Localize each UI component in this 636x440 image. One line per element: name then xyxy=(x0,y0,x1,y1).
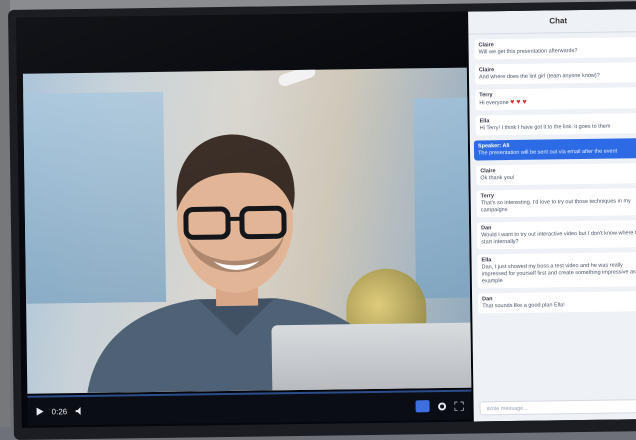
controls-spacer xyxy=(92,406,407,410)
message-text: That's so interesting. I'd love to try o… xyxy=(481,198,631,213)
chat-toggle-icon[interactable] xyxy=(415,400,429,412)
video-controls: 0:26 xyxy=(27,390,471,426)
ceiling-light xyxy=(277,68,317,88)
chat-message: Terry That's so interesting. I'd love to… xyxy=(477,188,636,217)
message-text: Will we get this presentation afterwards… xyxy=(479,48,578,55)
chat-message: Terry Hi everyone ♥ ♥ ♥ xyxy=(475,87,636,110)
chat-message: Claire Will we get this presentation aft… xyxy=(474,37,636,59)
message-text: And where does the lint girl (team anyon… xyxy=(479,73,600,81)
fullscreen-icon[interactable] xyxy=(455,401,464,410)
chat-message: Claire Ok thank you! xyxy=(476,163,636,185)
message-text: Ok thank you! xyxy=(480,175,514,181)
heart-emoji-icons: ♥ ♥ ♥ xyxy=(510,99,526,106)
playback-time: 0:26 xyxy=(52,407,68,416)
chat-panel: Chat Claire Will we get this presentatio… xyxy=(468,9,636,421)
video-player: 0:26 xyxy=(16,12,474,428)
chat-message: Ella Dan, I just showed my boss a test v… xyxy=(477,252,636,288)
chat-message: Ella Hi Terry! I think I have got it to … xyxy=(476,113,636,135)
message-text: That sounds like a good plan Ella! xyxy=(482,302,565,309)
chat-message: Dan That sounds like a good plan Ella! xyxy=(478,291,636,313)
chat-message: Claire And where does the lint girl (tea… xyxy=(475,62,636,84)
laptop xyxy=(271,322,471,393)
chat-message-highlighted: Speaker: Ali The presentation will be se… xyxy=(474,138,636,160)
video-feed[interactable] xyxy=(23,68,471,394)
chat-message-input[interactable]: Write message... xyxy=(480,399,636,415)
message-text: Hi everyone xyxy=(479,100,508,106)
chat-message: Dan Would I want to try out interactive … xyxy=(477,220,636,249)
message-text: Hi Terry! I think I have got it to the l… xyxy=(480,124,611,132)
monitor-screen: 0:26 Chat Claire Will we get this presen… xyxy=(16,9,636,428)
message-text: Dan, I just showed my boss a test video … xyxy=(482,262,636,284)
message-text: Would I want to try out interactive vide… xyxy=(481,230,636,245)
gear-icon[interactable] xyxy=(438,401,447,410)
volume-icon[interactable] xyxy=(75,407,84,415)
play-icon[interactable] xyxy=(36,408,44,416)
background-window xyxy=(413,98,471,299)
message-author: Terry xyxy=(479,90,636,99)
message-author: Claire xyxy=(480,166,636,175)
chat-title: Chat xyxy=(468,9,636,35)
message-text: The presentation will be sent out via em… xyxy=(478,149,617,157)
monitor-bezel: 0:26 Chat Claire Will we get this presen… xyxy=(8,1,636,440)
